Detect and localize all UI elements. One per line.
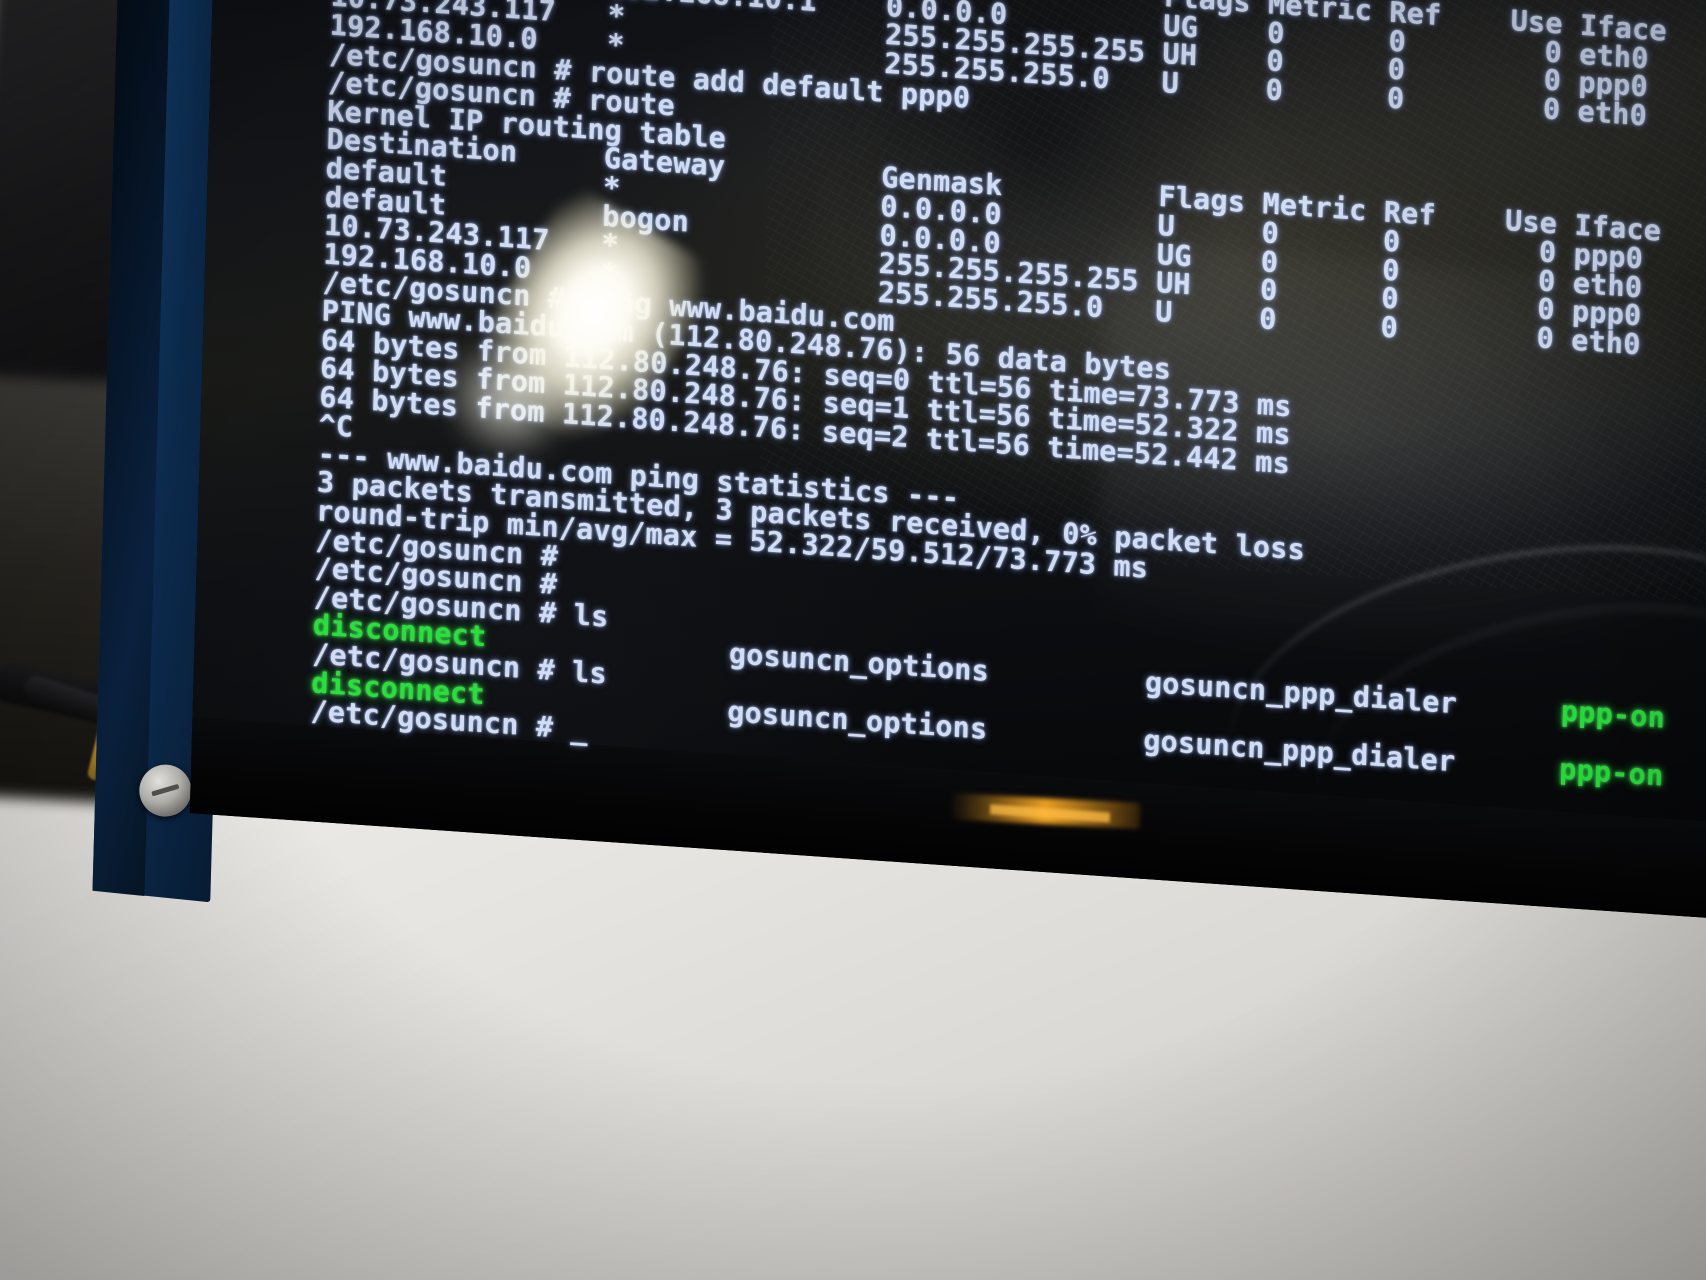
terminal-cursor: _	[570, 712, 589, 747]
photo-scene: /etc/gosuncn # routeKernel IP routing ta…	[0, 0, 1706, 1280]
lcd-panel: /etc/gosuncn # routeKernel IP routing ta…	[189, 0, 1706, 925]
terminal-output[interactable]: /etc/gosuncn # routeKernel IP routing ta…	[310, 0, 1706, 823]
embedded-device: /etc/gosuncn # routeKernel IP routing ta…	[92, 0, 1706, 973]
